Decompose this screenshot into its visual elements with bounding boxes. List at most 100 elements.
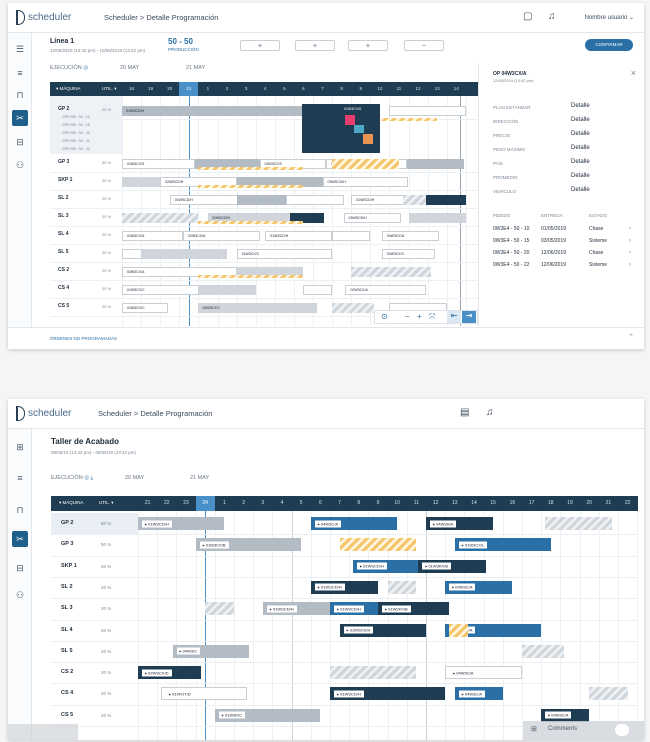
- conflict-marker[interactable]: [198, 167, 304, 170]
- day-header-cell[interactable]: 19: [141, 82, 160, 96]
- machine-name[interactable]: SL 2: [61, 584, 73, 590]
- day-header-cell[interactable]: 10: [370, 82, 389, 96]
- day-header-cell[interactable]: 14: [464, 496, 483, 511]
- order-bar[interactable]: [141, 249, 228, 259]
- order-bar[interactable]: ▸ 01WSCD/H: [330, 602, 378, 616]
- order-bar[interactable]: [425, 195, 466, 205]
- order-bar[interactable]: [408, 213, 466, 223]
- day-header-cell[interactable]: 18: [541, 496, 560, 511]
- order-segment-red[interactable]: [345, 115, 355, 125]
- order-bar[interactable]: [339, 538, 417, 552]
- logo[interactable]: scheduler: [16, 10, 71, 25]
- breadcrumb[interactable]: Scheduler > Detalle Programación: [104, 13, 218, 22]
- day-header-cell[interactable]: 2: [234, 496, 253, 511]
- order-bar[interactable]: ▸ 01W3K/C: [214, 708, 321, 722]
- order-bar[interactable]: ▸ 01WSCD/H: [339, 623, 426, 637]
- sub-order-label[interactable]: GPFO05 - 50 - 21: [62, 139, 90, 143]
- expanded-order-block[interactable]: 01W3CX/S: [302, 104, 380, 153]
- field-value[interactable]: Detalle: [571, 131, 590, 137]
- day-header-cell[interactable]: 19: [560, 496, 579, 511]
- grid-icon[interactable]: ⊞: [531, 725, 537, 733]
- chevron-up-icon[interactable]: ⌃: [628, 333, 634, 341]
- order-bar[interactable]: [351, 267, 432, 277]
- util-column-header[interactable]: UTIL. ▾: [102, 86, 117, 92]
- day-header-cell[interactable]: 11: [407, 496, 426, 511]
- dashboard-icon-2[interactable]: ⊞: [12, 439, 28, 455]
- day-header-cell[interactable]: 8: [332, 82, 351, 96]
- order-bar[interactable]: ▸ 02WSCX/D: [138, 666, 202, 680]
- day-header-cell[interactable]: 15: [484, 496, 503, 511]
- order-bar[interactable]: ▸ 01W3CX/B: [195, 538, 302, 552]
- machine-name[interactable]: SL 2: [58, 195, 68, 201]
- order-bar[interactable]: 01WSCD/H: [265, 231, 333, 241]
- view-next-icon[interactable]: ⇥: [462, 311, 476, 323]
- order-bar[interactable]: [330, 666, 417, 680]
- machine-name[interactable]: CS 2: [58, 267, 69, 273]
- order-bar[interactable]: ▸ 01WSCD/H: [310, 580, 378, 594]
- day-header-cell[interactable]: 6: [294, 82, 313, 96]
- day-header-cell[interactable]: 14: [447, 82, 466, 96]
- chevron-right-icon[interactable]: ›: [629, 250, 631, 256]
- order-bar[interactable]: [389, 106, 466, 116]
- order-bar[interactable]: ▸ 04W3C/A: [445, 666, 522, 680]
- order-bar[interactable]: [286, 195, 344, 205]
- day-header-cell[interactable]: 16: [503, 496, 522, 511]
- order-bar[interactable]: [303, 285, 333, 295]
- order-bar[interactable]: [402, 195, 426, 205]
- day-header-cell[interactable]: 9: [368, 496, 387, 511]
- order-bar[interactable]: ▸ 01WSCD/H: [262, 602, 330, 616]
- order-bar[interactable]: ▸ 01VRJT/D: [161, 687, 248, 701]
- order-bar[interactable]: ▸ 04W3/C: [172, 644, 250, 658]
- order-segment-orange[interactable]: [363, 134, 373, 144]
- chevron-right-icon[interactable]: ›: [629, 238, 631, 244]
- day-header-cell[interactable]: 24: [195, 496, 215, 511]
- day-header-cell[interactable]: 11: [389, 82, 408, 96]
- order-bar[interactable]: ▸ 01W3KX/B: [418, 559, 486, 573]
- machine-name[interactable]: CS 5: [58, 303, 69, 309]
- machine-name[interactable]: SKP 1: [58, 177, 72, 183]
- sub-order-label[interactable]: GPFO05 - 50 - 15: [62, 123, 90, 127]
- bell-icon[interactable]: ♫: [548, 12, 558, 22]
- stepper-4-button[interactable]: −: [404, 40, 444, 51]
- machine-name[interactable]: CS 4: [58, 285, 69, 291]
- order-bar[interactable]: [122, 213, 199, 223]
- order-bar[interactable]: 04W3CX/A: [381, 231, 440, 241]
- day-header-cell[interactable]: 21: [138, 496, 157, 511]
- day-header-cell[interactable]: 5: [275, 82, 294, 96]
- day-header-cell[interactable]: 4: [272, 496, 291, 511]
- comments-toggle[interactable]: [615, 724, 629, 736]
- confirm-button[interactable]: CONFIRMAR: [585, 39, 633, 51]
- order-bar[interactable]: [332, 159, 399, 169]
- sub-order-label[interactable]: GPFO05 - 50 - 22: [62, 147, 90, 151]
- conflict-marker[interactable]: [198, 221, 304, 224]
- day-header-cell[interactable]: 23: [176, 496, 195, 511]
- day-header-cell[interactable]: 12: [426, 496, 445, 511]
- field-value[interactable]: Detalle: [571, 187, 590, 193]
- order-bar[interactable]: ▸ 04W3C/A: [454, 687, 503, 701]
- order-bar[interactable]: [205, 602, 234, 616]
- day-header-cell[interactable]: 6: [311, 496, 330, 511]
- eye-icon[interactable]: ◎: [83, 65, 88, 71]
- printer-icon[interactable]: ⊟: [12, 134, 28, 150]
- unscheduled-footer[interactable]: ÓRDENES NO PROGRAMADAS ⌃: [8, 327, 644, 349]
- order-bar[interactable]: 04W3CX/C: [198, 303, 317, 313]
- machine-name[interactable]: SKP 1: [61, 563, 77, 569]
- order-bar[interactable]: ▸ 04W3H/A: [426, 517, 494, 530]
- cart-icon-2[interactable]: ⊓: [12, 502, 28, 518]
- order-bar[interactable]: ▸ 04W3C/A: [445, 580, 513, 594]
- order-bar[interactable]: [387, 580, 417, 594]
- day-header-cell[interactable]: 7: [313, 82, 332, 96]
- order-bar[interactable]: ▸ 01W3CX/L: [454, 538, 551, 552]
- field-value[interactable]: Detalle: [571, 145, 590, 151]
- order-bar[interactable]: ▸ 01WSCD/H: [353, 559, 419, 573]
- order-bar[interactable]: [589, 687, 628, 701]
- bell-icon-2[interactable]: ♫: [486, 408, 496, 418]
- order-bar[interactable]: 02W3CX/A: [345, 285, 426, 295]
- order-bar[interactable]: 02W3CX/C: [381, 249, 436, 259]
- day-header-cell[interactable]: 1: [215, 496, 234, 511]
- field-value[interactable]: Detalle: [571, 159, 590, 165]
- machine-name[interactable]: SL 4: [58, 231, 68, 237]
- order-bar[interactable]: [545, 517, 613, 530]
- download-icon[interactable]: ⤓: [91, 475, 93, 481]
- order-bar[interactable]: 01W3CX/A: [122, 231, 184, 241]
